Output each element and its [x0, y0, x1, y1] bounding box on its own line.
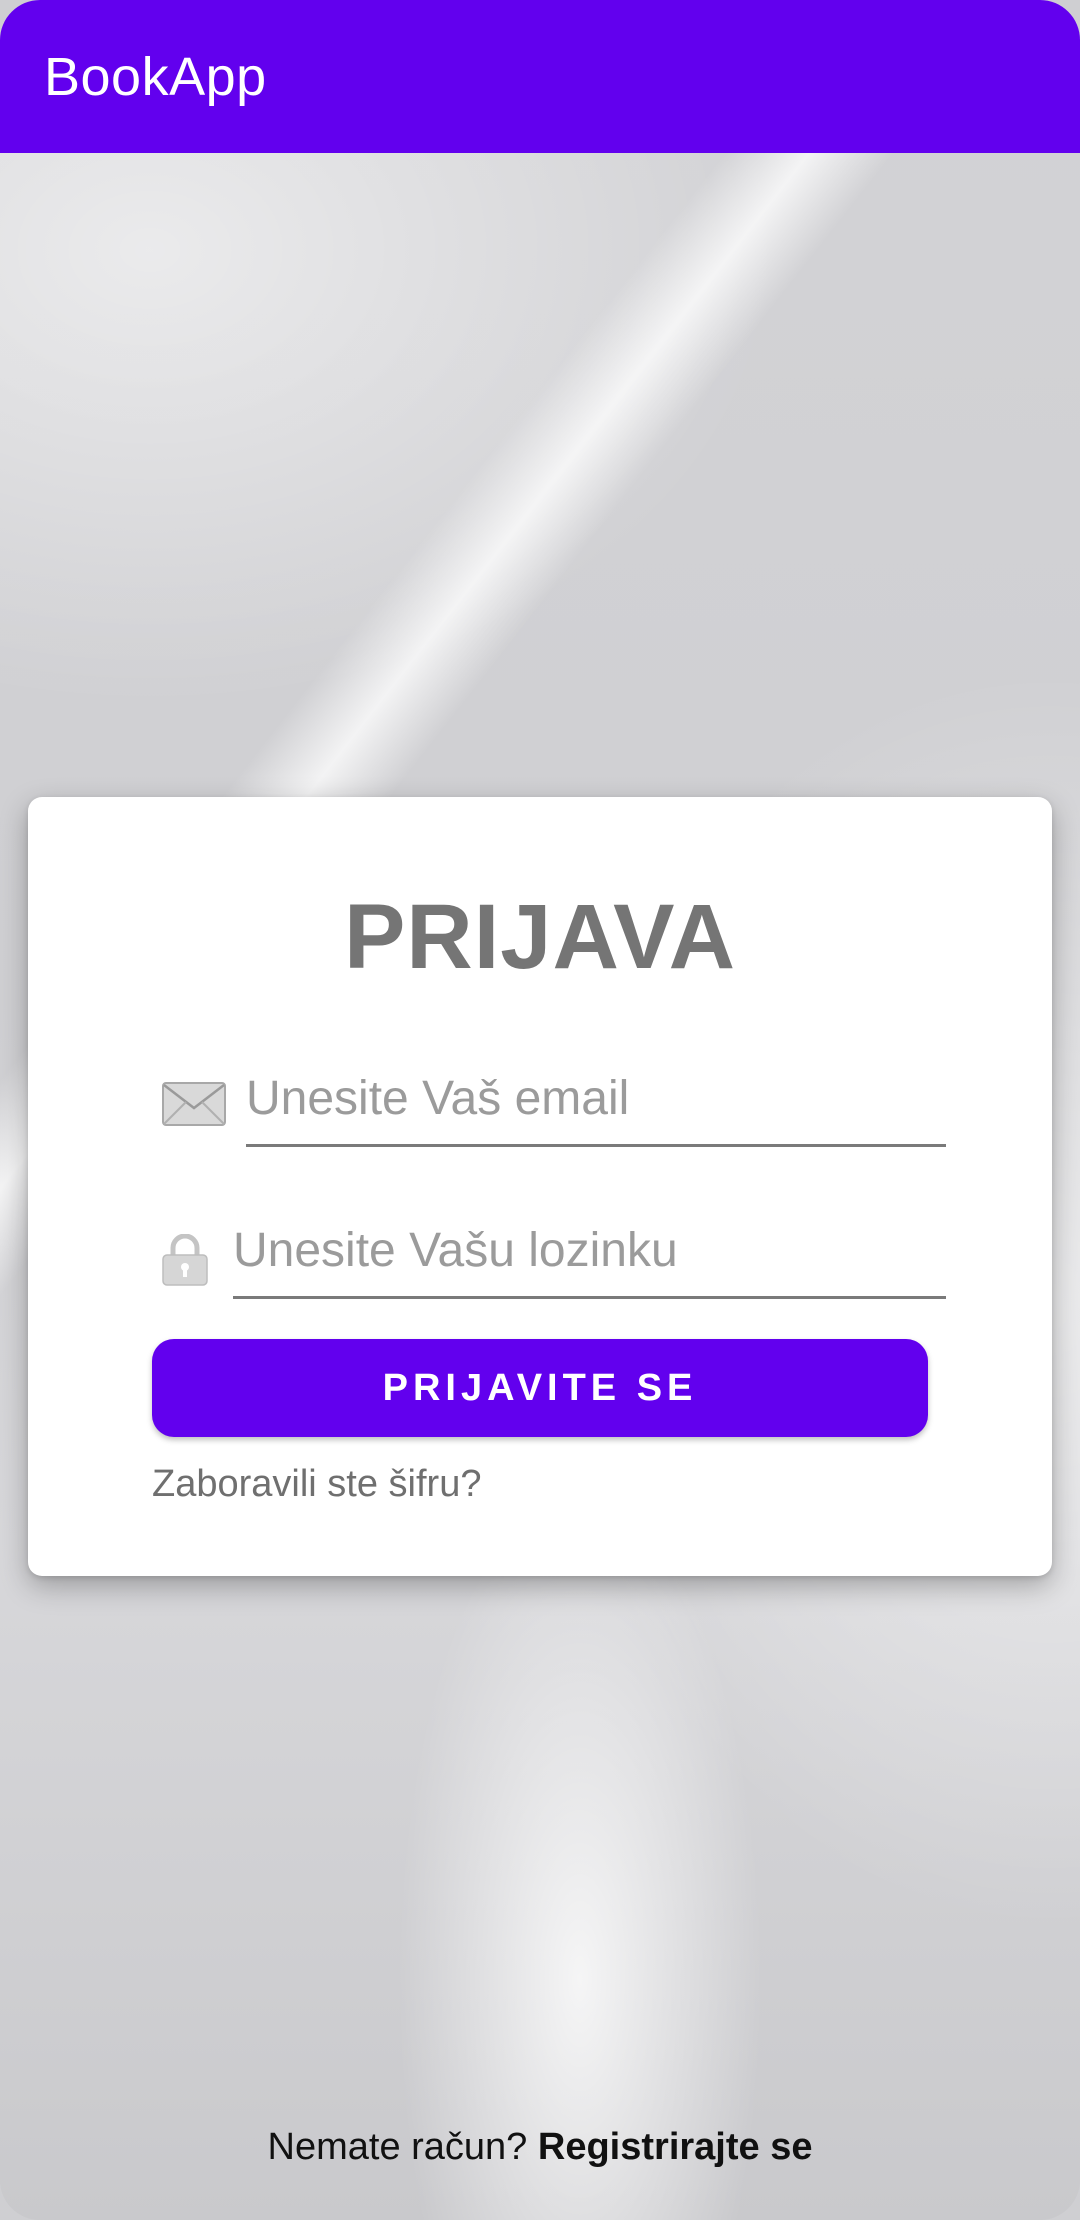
forgot-password-link[interactable]: Zaboravili ste šifru? — [152, 1463, 481, 1506]
register-prompt: Nemate račun? Registrirajte se — [0, 2126, 1080, 2169]
password-input[interactable] — [233, 1215, 946, 1299]
no-account-text: Nemate račun? — [267, 2126, 528, 2168]
envelope-icon — [162, 1082, 226, 1126]
app-title: BookApp — [44, 47, 267, 107]
login-button[interactable]: PRIJAVITE SE — [152, 1339, 928, 1437]
register-link[interactable]: Registrirajte se — [538, 2126, 813, 2168]
login-card: PRIJAVA PRIJAVITE SE Zaboravili ste šifr… — [28, 797, 1052, 1576]
login-screen: BookApp PRIJAVA PRIJAVITE SE Zaboravili … — [0, 0, 1080, 2220]
email-input[interactable] — [246, 1063, 946, 1147]
login-title: PRIJAVA — [343, 886, 737, 988]
lock-icon — [162, 1234, 208, 1286]
app-bar: BookApp — [0, 0, 1080, 153]
